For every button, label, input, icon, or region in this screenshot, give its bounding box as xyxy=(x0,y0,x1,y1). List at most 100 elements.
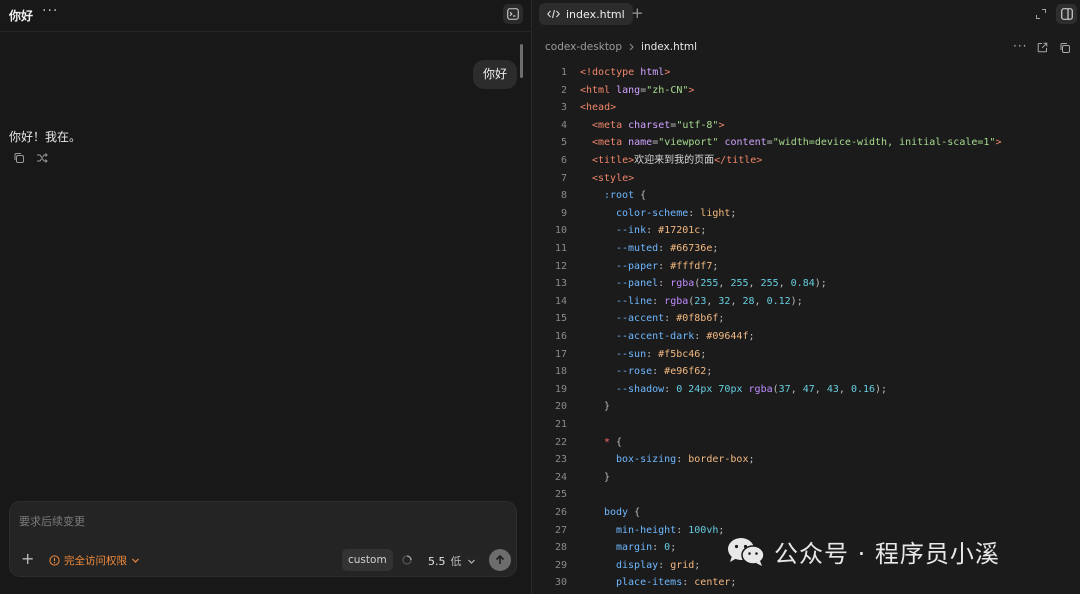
code-line[interactable]: 15 --accent: #0f8b6f; xyxy=(532,310,1080,327)
code-token: 28 xyxy=(742,295,755,307)
copy-icon[interactable] xyxy=(1059,42,1071,54)
new-tab-button[interactable]: + xyxy=(631,4,644,22)
code-text: body { xyxy=(604,504,640,521)
code-token: : xyxy=(688,207,701,219)
model-selector[interactable]: 5.5 低 xyxy=(428,553,476,569)
wechat-icon xyxy=(728,537,765,566)
code-token: body xyxy=(604,507,629,518)
code-line[interactable]: 30 place-items: center; xyxy=(532,574,1080,591)
line-number: 2 xyxy=(560,84,567,96)
code-text: <title>欢迎来到我的页面</title> xyxy=(592,152,762,169)
code-line[interactable]: 2 <html lang="zh-CN"> xyxy=(532,82,1080,99)
code-line[interactable]: 13 --panel: rgba(255, 255, 255, 0.84); xyxy=(532,275,1080,292)
custom-mode-badge[interactable]: custom xyxy=(342,549,393,571)
code-token: { xyxy=(610,436,623,448)
sidebar-toggle-button[interactable] xyxy=(1056,4,1077,24)
chat-scrollbar[interactable] xyxy=(520,44,523,78)
more-options-icon[interactable]: ··· xyxy=(42,3,58,19)
code-line[interactable]: 9 color-scheme: light; xyxy=(532,205,1080,222)
code-line[interactable]: 12 --paper: #fffdf7; xyxy=(532,258,1080,275)
composer-input[interactable] xyxy=(19,512,499,530)
code-token: , xyxy=(706,295,719,307)
code-editor[interactable]: 1 <!doctype html> 2 <html lang="zh-CN"> 3 <he… xyxy=(532,64,1080,594)
code-text: --line: rgba(23, 32, 28, 0.12); xyxy=(616,293,803,310)
more-options-icon[interactable]: ··· xyxy=(1013,39,1027,53)
code-line[interactable]: 25 xyxy=(532,486,1080,503)
code-token: ; xyxy=(712,260,719,272)
code-token: : xyxy=(664,383,677,395)
line-number: 6 xyxy=(560,155,567,166)
code-text: } xyxy=(604,398,610,415)
code-text: min-height: 100vh; xyxy=(616,522,724,539)
line-number: 12 xyxy=(554,260,567,272)
code-text: --accent-dark: #09644f; xyxy=(616,328,755,345)
line-number: 30 xyxy=(554,577,567,589)
code-token: ; xyxy=(694,559,701,571)
code-line[interactable]: 21 xyxy=(532,416,1080,433)
code-token: ; xyxy=(700,225,707,237)
tab-index-html[interactable]: index.html xyxy=(539,3,633,25)
code-line[interactable]: 6 <title>欢迎来到我的页面</title> xyxy=(532,152,1080,169)
code-line[interactable]: 4 <meta charset="utf-8"> xyxy=(532,117,1080,134)
code-line[interactable]: 8:root { xyxy=(532,187,1080,204)
code-text: :root { xyxy=(604,187,646,204)
code-token: { xyxy=(634,190,647,202)
code-token: ; xyxy=(730,207,737,219)
line-number: 23 xyxy=(554,454,567,466)
code-token: ; xyxy=(712,243,719,254)
line-number: 4 xyxy=(560,119,567,131)
code-text: <html lang="zh-CN"> xyxy=(580,82,694,99)
code-line[interactable]: 17 --sun: #f5bc46; xyxy=(532,346,1080,363)
add-attachment-button[interactable]: + xyxy=(21,551,34,567)
permission-label: 完全访问权限 xyxy=(64,555,127,567)
terminal-toggle-button[interactable] xyxy=(503,4,523,24)
code-line[interactable]: 7 <style> xyxy=(532,170,1080,187)
code-token: : xyxy=(658,260,671,272)
code-line[interactable]: 26 body { xyxy=(532,504,1080,521)
code-token: #17201c xyxy=(658,225,701,237)
code-token: > xyxy=(664,67,671,78)
code-line[interactable]: 3 <head> xyxy=(532,99,1080,116)
loading-spinner-icon xyxy=(402,555,412,565)
code-line[interactable]: 18 --rose: #e96f62; xyxy=(532,363,1080,380)
code-token: 255 xyxy=(760,278,779,290)
code-line[interactable]: 19 --shadow: 0 24px 70px rgba(37, 47, 43,… xyxy=(532,381,1080,398)
code-token: --rose xyxy=(616,366,653,378)
code-token: ; xyxy=(670,542,677,554)
code-line[interactable]: 23 box-sizing: border-box; xyxy=(532,451,1080,468)
code-text: <meta name="viewport" content="width=dev… xyxy=(592,134,1001,151)
editor-pane: index.html + codex-desktop index.html ··… xyxy=(531,0,1080,594)
fork-icon[interactable] xyxy=(36,152,48,164)
code-line[interactable]: 14 --line: rgba(23, 32, 28, 0.12); xyxy=(532,293,1080,310)
code-line[interactable]: 1 <!doctype html> xyxy=(532,64,1080,81)
send-button[interactable] xyxy=(489,549,511,571)
code-token: , xyxy=(748,278,761,290)
code-line[interactable]: 10 --ink: #17201c; xyxy=(532,222,1080,239)
code-line[interactable]: 22 * { xyxy=(532,434,1080,451)
code-line[interactable]: 16 --accent-dark: #09644f; xyxy=(532,328,1080,345)
code-line[interactable]: 5 <meta name="viewport" content="width=de… xyxy=(532,134,1080,151)
breadcrumb-item-folder[interactable]: codex-desktop xyxy=(545,41,622,53)
code-line[interactable]: 11 --muted: #66736e; xyxy=(532,240,1080,257)
open-external-icon[interactable] xyxy=(1037,42,1048,53)
line-number: 3 xyxy=(560,102,567,114)
code-line[interactable]: 24} xyxy=(532,469,1080,486)
line-number: 11 xyxy=(554,243,567,254)
panel-layout-icon xyxy=(1060,8,1073,20)
copy-icon[interactable] xyxy=(13,152,25,164)
code-line[interactable]: 20} xyxy=(532,398,1080,415)
permission-dropdown[interactable]: 完全访问权限 xyxy=(49,553,140,568)
chevron-right-icon xyxy=(629,43,634,51)
code-token: 70px xyxy=(718,383,743,395)
code-token: ); xyxy=(875,383,888,395)
code-token: ; xyxy=(706,366,713,378)
code-token: , xyxy=(814,383,827,395)
code-token: <html xyxy=(580,84,617,96)
line-number: 22 xyxy=(554,436,567,448)
code-token: : xyxy=(676,454,689,466)
expand-icon[interactable] xyxy=(1035,8,1047,20)
breadcrumb-item-file[interactable]: index.html xyxy=(641,41,697,53)
code-token: ; xyxy=(730,577,737,589)
code-token: <meta xyxy=(592,137,629,149)
code-token: </title> xyxy=(714,155,763,166)
